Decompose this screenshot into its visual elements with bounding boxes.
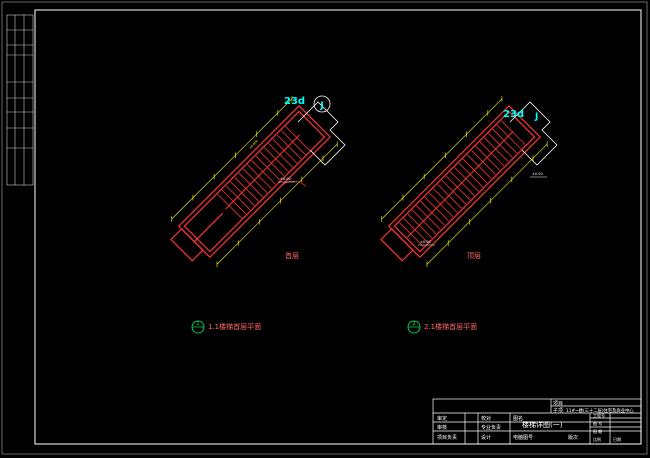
sheet-border [1,1,648,455]
svg-text:2.1楼梯首层平面: 2.1楼梯首层平面 [424,322,477,331]
view-label-top-floor: 顶层 [467,252,481,260]
caption-1: 1 1.1楼梯首层平面 [191,320,261,334]
svg-text:±0.00: ±0.00 [280,177,291,181]
svg-text:电脑图号: 电脑图号 [513,434,533,441]
svg-text:设计: 设计 [481,434,491,441]
title-block-text: 项目 子项 11#~楼(三十二层)住宅及商业中心 审定 审核 项目负责 校对 专… [437,401,634,442]
svg-text:1: 1 [196,321,199,327]
svg-text:图 号: 图 号 [593,420,602,426]
svg-text:审定: 审定 [437,415,447,422]
svg-text:子项: 子项 [553,407,563,414]
drawing-sheet: ±0.000 ±0.00 23d J 首层 ±0.00 ±0.00 23d J … [1,1,648,455]
binding-strip [6,14,34,186]
svg-text:楼梯详图(一): 楼梯详图(一) [522,420,563,429]
stair-treads [399,120,526,247]
svg-text:J: J [534,112,538,122]
svg-text:±0.00: ±0.00 [532,172,543,176]
svg-text:版次: 版次 [568,434,578,441]
walls [170,105,331,262]
svg-text:1.1楼梯首层平面: 1.1楼梯首层平面 [208,322,261,331]
stair-plan-top-floor [380,95,548,268]
svg-text:校对: 校对 [481,415,491,422]
handrail [225,134,301,210]
svg-text:图 期: 图 期 [593,428,602,434]
dimension-lines [381,98,548,265]
svg-text:±0.00: ±0.00 [420,240,431,244]
handrail [406,130,514,238]
stair-plan-first-floor: ±0.000 [170,95,338,268]
svg-text:工程号: 工程号 [593,412,605,418]
view-label-first-floor: 首层 [285,251,299,260]
axis-tag-right: 23d J [503,109,538,122]
walls [380,105,541,262]
svg-text:专业负责: 专业负责 [481,424,501,431]
svg-text:J: J [319,101,323,111]
svg-text:2: 2 [412,321,415,327]
svg-text:项目: 项目 [553,401,563,407]
svg-text:项目负责: 项目负责 [437,434,457,441]
drawing-frame [34,9,642,445]
svg-text:23d: 23d [503,109,524,120]
caption-2: 2 2.1楼梯首层平面 [407,320,477,334]
stair-treads [217,126,310,219]
svg-text:比例: 比例 [593,436,601,442]
svg-text:23d: 23d [284,96,305,107]
svg-text:审核: 审核 [437,424,447,431]
svg-text:日期: 日期 [613,436,621,442]
axis-tag-left: 23d J [284,95,331,113]
